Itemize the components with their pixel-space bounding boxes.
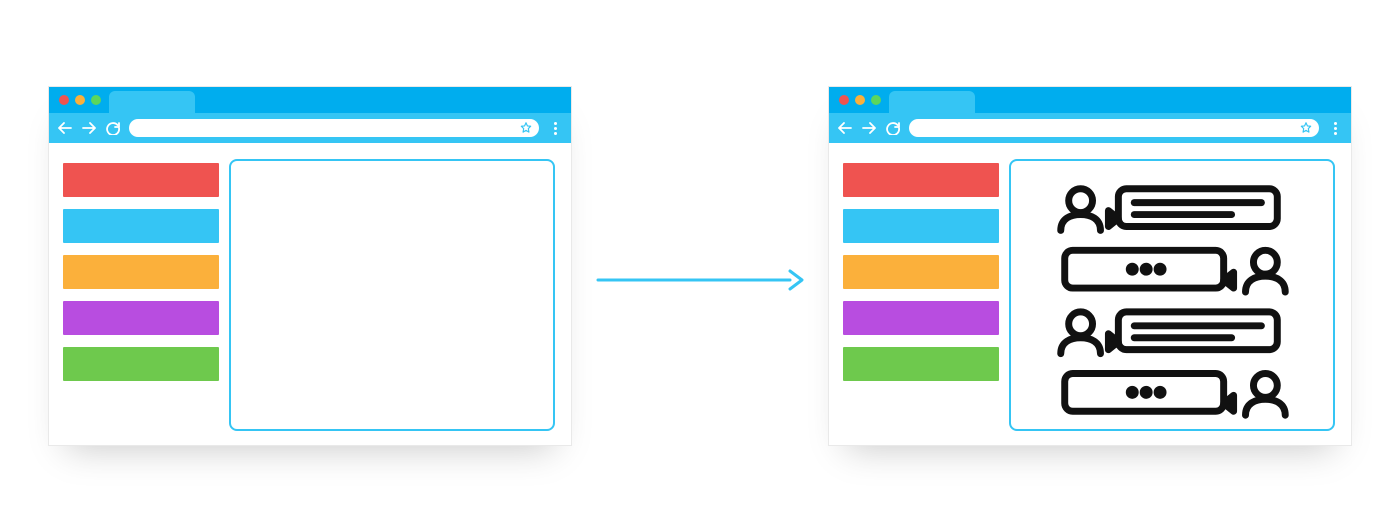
tab-bar [49, 87, 571, 113]
tab-bar [829, 87, 1351, 113]
sidebar-item[interactable] [843, 301, 999, 335]
sidebar-item[interactable] [63, 209, 219, 243]
sidebar-item[interactable] [63, 301, 219, 335]
forward-icon[interactable] [861, 120, 877, 136]
reload-icon[interactable] [885, 120, 901, 136]
star-icon[interactable] [519, 121, 533, 138]
arrow-icon [596, 266, 806, 299]
sidebar-item[interactable] [843, 347, 999, 381]
star-icon[interactable] [1299, 121, 1313, 138]
menu-icon[interactable] [1327, 120, 1343, 136]
close-window-control[interactable] [59, 95, 69, 105]
maximize-window-control[interactable] [871, 95, 881, 105]
forward-icon[interactable] [81, 120, 97, 136]
sidebar-item[interactable] [63, 347, 219, 381]
sidebar-item[interactable] [843, 255, 999, 289]
sidebar [63, 159, 219, 431]
sidebar-item[interactable] [843, 209, 999, 243]
browser-window-before [48, 86, 572, 446]
sidebar-item[interactable] [63, 163, 219, 197]
browser-tab[interactable] [889, 91, 975, 113]
back-icon[interactable] [837, 120, 853, 136]
menu-icon[interactable] [547, 120, 563, 136]
diagram-stage [0, 0, 1400, 522]
browser-tab[interactable] [109, 91, 195, 113]
toolbar [49, 113, 571, 143]
reload-icon[interactable] [105, 120, 121, 136]
url-bar[interactable] [129, 119, 539, 137]
url-bar[interactable] [909, 119, 1319, 137]
content-panel-empty [229, 159, 555, 431]
sidebar-item[interactable] [63, 255, 219, 289]
page-content [49, 143, 571, 445]
sidebar-item[interactable] [843, 163, 999, 197]
close-window-control[interactable] [839, 95, 849, 105]
page-content [829, 143, 1351, 445]
back-icon[interactable] [57, 120, 73, 136]
toolbar [829, 113, 1351, 143]
minimize-window-control[interactable] [75, 95, 85, 105]
chat-illustration [1023, 175, 1321, 421]
browser-window-after [828, 86, 1352, 446]
maximize-window-control[interactable] [91, 95, 101, 105]
content-panel-chat [1009, 159, 1335, 431]
sidebar [843, 159, 999, 431]
minimize-window-control[interactable] [855, 95, 865, 105]
